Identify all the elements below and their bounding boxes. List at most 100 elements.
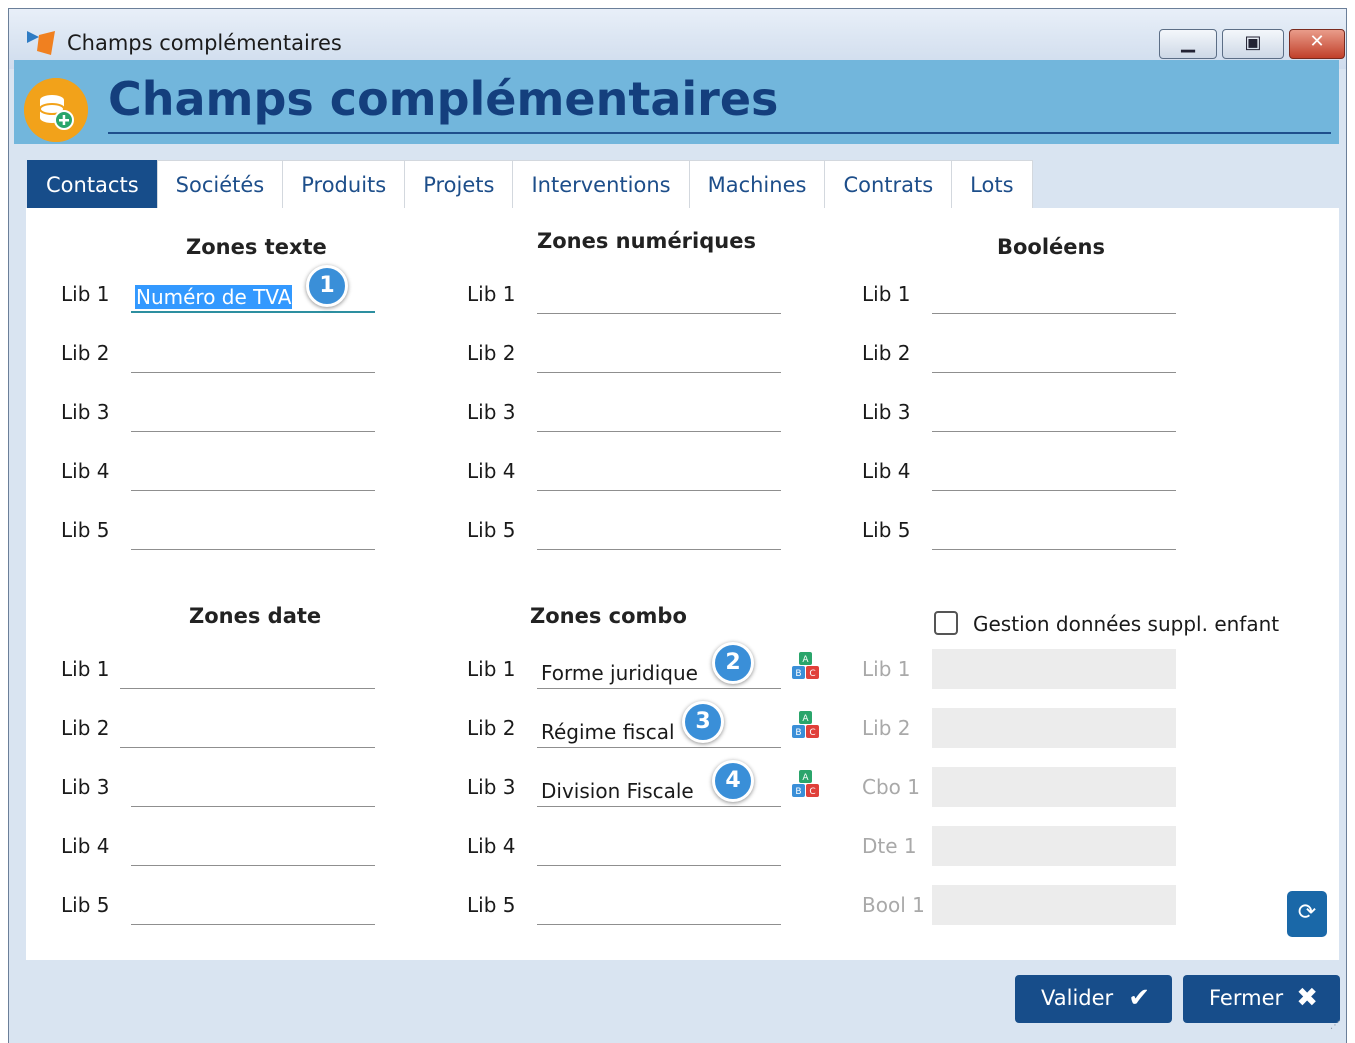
window-title: Champs complémentaires [67, 31, 342, 55]
texte-lib2-label: Lib 2 [61, 341, 110, 365]
date-lib1-input[interactable] [120, 653, 375, 689]
bool-lib1-input[interactable] [932, 278, 1176, 314]
texte-lib1-label: Lib 1 [61, 282, 110, 306]
checkmark-icon: ✔ [1128, 983, 1150, 1013]
texte-lib2-input[interactable] [131, 337, 375, 373]
header-divider [108, 132, 1331, 134]
num-lib2-input[interactable] [537, 337, 781, 373]
gestion-enfant-checkbox[interactable] [934, 611, 958, 635]
texte-lib3-input[interactable] [131, 396, 375, 432]
enfant-bool1-label: Bool 1 [862, 893, 925, 917]
num-lib4-input[interactable] [537, 455, 781, 491]
texte-lib5-label: Lib 5 [61, 518, 110, 542]
maximize-icon: ▣ [1244, 32, 1262, 53]
svg-text:A: A [802, 714, 809, 724]
date-lib4-input[interactable] [131, 830, 375, 866]
section-title-numeriques: Zones numériques [537, 229, 756, 253]
combo-lib3-label: Lib 3 [467, 775, 516, 799]
date-lib4-label: Lib 4 [61, 834, 110, 858]
tab-projets[interactable]: Projets [404, 160, 514, 208]
callout-badge-3: 3 [682, 701, 724, 743]
callout-badge-1: 1 [306, 265, 348, 307]
fermer-button[interactable]: Fermer ✖ [1183, 975, 1340, 1023]
tab-contacts[interactable]: Contacts [27, 160, 158, 208]
app-logo-icon [27, 31, 55, 55]
page-header: Champs complémentaires [14, 60, 1339, 144]
texte-lib5-input[interactable] [131, 514, 375, 550]
svg-text:A: A [802, 773, 809, 783]
minimize-icon: ▁ [1181, 32, 1195, 53]
svg-text:B: B [795, 787, 801, 797]
tab-lots[interactable]: Lots [951, 160, 1033, 208]
close-icon: ✖ [1296, 983, 1318, 1013]
close-window-button[interactable]: ✕ [1289, 29, 1345, 59]
abc-blocks-icon[interactable]: A B C [791, 710, 821, 740]
num-lib2-label: Lib 2 [467, 341, 516, 365]
tab-societes[interactable]: Sociétés [156, 160, 284, 208]
bool-lib2-input[interactable] [932, 337, 1176, 373]
abc-blocks-icon[interactable]: A B C [791, 651, 821, 681]
fermer-label: Fermer [1209, 986, 1284, 1010]
texte-lib3-label: Lib 3 [61, 400, 110, 424]
valider-label: Valider [1041, 986, 1114, 1010]
date-lib2-label: Lib 2 [61, 716, 110, 740]
enfant-cbo1-input [932, 767, 1176, 807]
gestion-enfant-label: Gestion données suppl. enfant [973, 612, 1280, 636]
combo-lib5-input[interactable] [537, 889, 781, 925]
combo-lib5-label: Lib 5 [467, 893, 516, 917]
combo-lib2-input[interactable]: Régime fiscal [537, 712, 781, 748]
date-lib5-label: Lib 5 [61, 893, 110, 917]
num-lib3-input[interactable] [537, 396, 781, 432]
date-lib1-label: Lib 1 [61, 657, 110, 681]
enfant-cbo1-label: Cbo 1 [862, 775, 920, 799]
combo-lib1-label: Lib 1 [467, 657, 516, 681]
section-title-combo: Zones combo [530, 604, 687, 628]
svg-text:C: C [809, 787, 815, 797]
bool-lib3-input[interactable] [932, 396, 1176, 432]
callout-badge-4: 4 [712, 760, 754, 802]
abc-blocks-icon[interactable]: A B C [791, 769, 821, 799]
close-icon: ✕ [1309, 31, 1325, 52]
combo-lib2-label: Lib 2 [467, 716, 516, 740]
tab-bar: Contacts Sociétés Produits Projets Inter… [27, 160, 1033, 208]
combo-lib4-input[interactable] [537, 830, 781, 866]
enfant-lib2-label: Lib 2 [862, 716, 911, 740]
tab-contrats[interactable]: Contrats [824, 160, 953, 208]
tab-machines[interactable]: Machines [688, 160, 826, 208]
num-lib3-label: Lib 3 [467, 400, 516, 424]
enfant-lib1-label: Lib 1 [862, 657, 911, 681]
svg-text:A: A [802, 655, 809, 665]
refresh-icon: ⟳ [1297, 900, 1317, 925]
svg-text:B: B [795, 728, 801, 738]
combo-lib4-label: Lib 4 [467, 834, 516, 858]
num-lib5-input[interactable] [537, 514, 781, 550]
section-title-texte: Zones texte [186, 235, 327, 259]
svg-text:C: C [809, 669, 815, 679]
tab-produits[interactable]: Produits [282, 160, 406, 208]
bool-lib3-label: Lib 3 [862, 400, 911, 424]
date-lib5-input[interactable] [131, 889, 375, 925]
num-lib4-label: Lib 4 [467, 459, 516, 483]
texte-lib4-input[interactable] [131, 455, 375, 491]
tab-interventions[interactable]: Interventions [512, 160, 690, 208]
bool-lib5-input[interactable] [932, 514, 1176, 550]
valider-button[interactable]: Valider ✔ [1015, 975, 1172, 1023]
refresh-button[interactable]: ⟳ [1287, 891, 1327, 937]
enfant-dte1-label: Dte 1 [862, 834, 917, 858]
date-lib3-input[interactable] [131, 771, 375, 807]
num-lib1-input[interactable] [537, 278, 781, 314]
num-lib5-label: Lib 5 [467, 518, 516, 542]
enfant-lib1-input [932, 649, 1176, 689]
resize-grip-icon[interactable]: ⋰ [1330, 1020, 1340, 1031]
date-lib2-input[interactable] [120, 712, 375, 748]
section-title-booleens: Booléens [997, 235, 1105, 259]
bool-lib4-label: Lib 4 [862, 459, 911, 483]
bool-lib5-label: Lib 5 [862, 518, 911, 542]
minimize-button[interactable]: ▁ [1159, 29, 1217, 59]
maximize-button[interactable]: ▣ [1222, 29, 1284, 59]
texte-lib4-label: Lib 4 [61, 459, 110, 483]
bool-lib4-input[interactable] [932, 455, 1176, 491]
page-title: Champs complémentaires [108, 72, 779, 126]
section-title-date: Zones date [189, 604, 322, 628]
bool-lib1-label: Lib 1 [862, 282, 911, 306]
